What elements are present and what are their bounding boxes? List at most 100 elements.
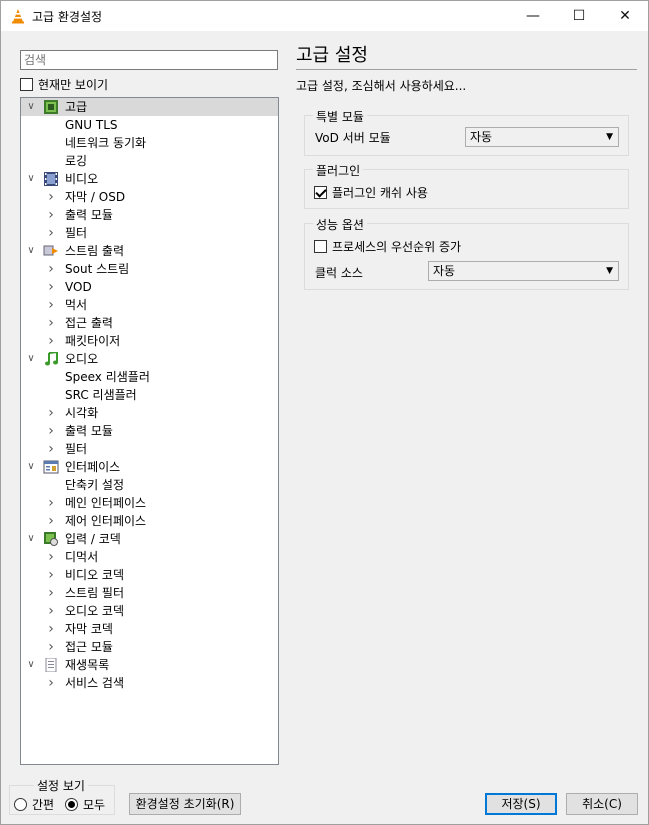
chevron-down-icon[interactable]: ∨ xyxy=(25,170,37,188)
show-current-only-checkbox[interactable]: 현재만 보이기 xyxy=(20,76,108,93)
chevron-right-icon[interactable]: › xyxy=(45,332,57,350)
tree-item-label: GNU TLS xyxy=(65,118,118,132)
tree-item[interactable]: 단축키 설정 xyxy=(21,476,278,494)
tree-item[interactable]: Speex 리샘플러 xyxy=(21,368,278,386)
view-all-radio[interactable]: 모두 xyxy=(65,796,105,813)
chevron-right-icon[interactable]: › xyxy=(45,278,57,296)
chevron-right-icon[interactable]: › xyxy=(45,260,57,278)
search-input[interactable] xyxy=(20,50,278,70)
tree-item[interactable]: › 필터 xyxy=(21,440,278,458)
tree-item-label: 디먹서 xyxy=(65,550,99,564)
show-current-only-box[interactable] xyxy=(20,78,33,91)
tree-item[interactable]: › 먹서 xyxy=(21,296,278,314)
interface-icon xyxy=(43,460,59,474)
chevron-right-icon[interactable]: › xyxy=(45,566,57,584)
increase-priority-checkbox[interactable]: 프로세스의 우선순위 증가 xyxy=(314,238,461,255)
chevron-right-icon[interactable]: › xyxy=(45,548,57,566)
chevron-right-icon[interactable]: › xyxy=(45,422,57,440)
tree-item[interactable]: › 비디오 코덱 xyxy=(21,566,278,584)
tree-item[interactable]: › 접근 출력 xyxy=(21,314,278,332)
cancel-button[interactable]: 취소(C) xyxy=(566,793,638,815)
chevron-right-icon[interactable]: › xyxy=(45,512,57,530)
tree-item[interactable]: › 출력 모듈 xyxy=(21,206,278,224)
tree-item[interactable]: › 자막 / OSD xyxy=(21,188,278,206)
chevron-right-icon[interactable]: › xyxy=(45,602,57,620)
tree-item[interactable]: › 자막 코덱 xyxy=(21,620,278,638)
minimize-button[interactable]: — xyxy=(510,1,556,31)
chevron-right-icon[interactable]: › xyxy=(45,638,57,656)
page-title: 고급 설정 xyxy=(296,45,368,66)
tree-item-label: Sout 스트림 xyxy=(65,262,130,276)
tree-item[interactable]: › 오디오 코덱 xyxy=(21,602,278,620)
tree-item[interactable]: ∨ 입력 / 코덱 xyxy=(21,530,278,548)
tree-item[interactable]: › 제어 인터페이스 xyxy=(21,512,278,530)
tree-item-label: Speex 리샘플러 xyxy=(65,370,150,384)
plugins-label: 플러그인 xyxy=(313,162,364,179)
tree-item-label: 패킷타이저 xyxy=(65,334,121,348)
chevron-right-icon[interactable]: › xyxy=(45,674,57,692)
chevron-down-icon[interactable]: ∨ xyxy=(25,530,37,548)
tree-item[interactable]: › 서비스 검색 xyxy=(21,674,278,692)
chevron-right-icon[interactable]: › xyxy=(45,584,57,602)
tree-item[interactable]: ∨ 재생목록 xyxy=(21,656,278,674)
chevron-right-icon[interactable]: › xyxy=(45,404,57,422)
increase-priority-box[interactable] xyxy=(314,240,327,253)
view-simple-dot[interactable] xyxy=(14,798,27,811)
tree-item[interactable]: GNU TLS xyxy=(21,116,278,134)
chevron-right-icon[interactable]: › xyxy=(45,224,57,242)
tree-item[interactable]: › 디먹서 xyxy=(21,548,278,566)
view-all-label: 모두 xyxy=(83,798,106,812)
tree-item[interactable]: › VOD xyxy=(21,278,278,296)
tree-item-label: 스트림 필터 xyxy=(65,586,125,600)
tree-item-label: 단축키 설정 xyxy=(65,478,125,492)
chevron-right-icon[interactable]: › xyxy=(45,494,57,512)
tree-item[interactable]: › 스트림 필터 xyxy=(21,584,278,602)
tree-item[interactable]: › 메인 인터페이스 xyxy=(21,494,278,512)
plugin-cache-box[interactable] xyxy=(314,186,327,199)
chevron-right-icon[interactable]: › xyxy=(45,440,57,458)
chevron-right-icon[interactable]: › xyxy=(45,620,57,638)
tree-item[interactable]: › 접근 모듈 xyxy=(21,638,278,656)
chevron-right-icon[interactable]: › xyxy=(45,188,57,206)
close-button[interactable]: ✕ xyxy=(602,1,648,31)
reset-preferences-button[interactable]: 환경설정 초기화(R) xyxy=(129,793,241,815)
clock-source-select[interactable]: 자동 ▼ xyxy=(428,261,619,281)
tree-item[interactable]: ∨ 비디오 xyxy=(21,170,278,188)
save-button[interactable]: 저장(S) xyxy=(485,793,557,815)
tree-item-label: 오디오 xyxy=(65,352,99,366)
chevron-down-icon[interactable]: ∨ xyxy=(25,656,37,674)
view-simple-label: 간편 xyxy=(32,798,55,812)
tree-item[interactable]: ∨ 고급 xyxy=(21,98,278,116)
view-settings-group: 설정 보기 간편 모두 xyxy=(9,777,115,815)
tree-item[interactable]: ∨ 오디오 xyxy=(21,350,278,368)
chevron-down-icon[interactable]: ∨ xyxy=(25,458,37,476)
tree-item-label: 접근 출력 xyxy=(65,316,113,330)
tree-item[interactable]: › 시각화 xyxy=(21,404,278,422)
tree-item[interactable]: SRC 리샘플러 xyxy=(21,386,278,404)
tree-item[interactable]: › 필터 xyxy=(21,224,278,242)
vod-server-value: 자동 xyxy=(470,130,493,144)
tree-item[interactable]: › 출력 모듈 xyxy=(21,422,278,440)
chevron-right-icon[interactable]: › xyxy=(45,206,57,224)
chevron-down-icon[interactable]: ∨ xyxy=(25,98,37,116)
chevron-down-icon[interactable]: ∨ xyxy=(25,350,37,368)
tree-item[interactable]: ∨ 인터페이스 xyxy=(21,458,278,476)
chevron-right-icon[interactable]: › xyxy=(45,314,57,332)
plugin-cache-checkbox[interactable]: 플러그인 캐쉬 사용 xyxy=(314,184,428,201)
tree-item-label: 출력 모듈 xyxy=(65,208,113,222)
chevron-right-icon[interactable]: › xyxy=(45,296,57,314)
music-note-icon xyxy=(43,350,59,366)
view-all-dot[interactable] xyxy=(65,798,78,811)
tree-item[interactable]: 네트워크 동기화 xyxy=(21,134,278,152)
preferences-tree[interactable]: ∨ 고급 GNU TLS 네트워크 동기화 로깅 ∨ 비디오 › 자막 / OSD › 출력 모듈 ›… xyxy=(20,97,279,765)
tree-item[interactable]: › 패킷타이저 xyxy=(21,332,278,350)
vod-server-select[interactable]: 자동 ▼ xyxy=(465,127,619,147)
maximize-button[interactable]: ☐ xyxy=(556,1,602,31)
tree-item[interactable]: 로깅 xyxy=(21,152,278,170)
tree-item-label: 자막 코덱 xyxy=(65,622,113,636)
tree-item[interactable]: ∨ 스트림 출력 xyxy=(21,242,278,260)
tree-item[interactable]: › Sout 스트림 xyxy=(21,260,278,278)
view-simple-radio[interactable]: 간편 xyxy=(14,796,54,813)
film-icon xyxy=(43,172,59,186)
chevron-down-icon[interactable]: ∨ xyxy=(25,242,37,260)
